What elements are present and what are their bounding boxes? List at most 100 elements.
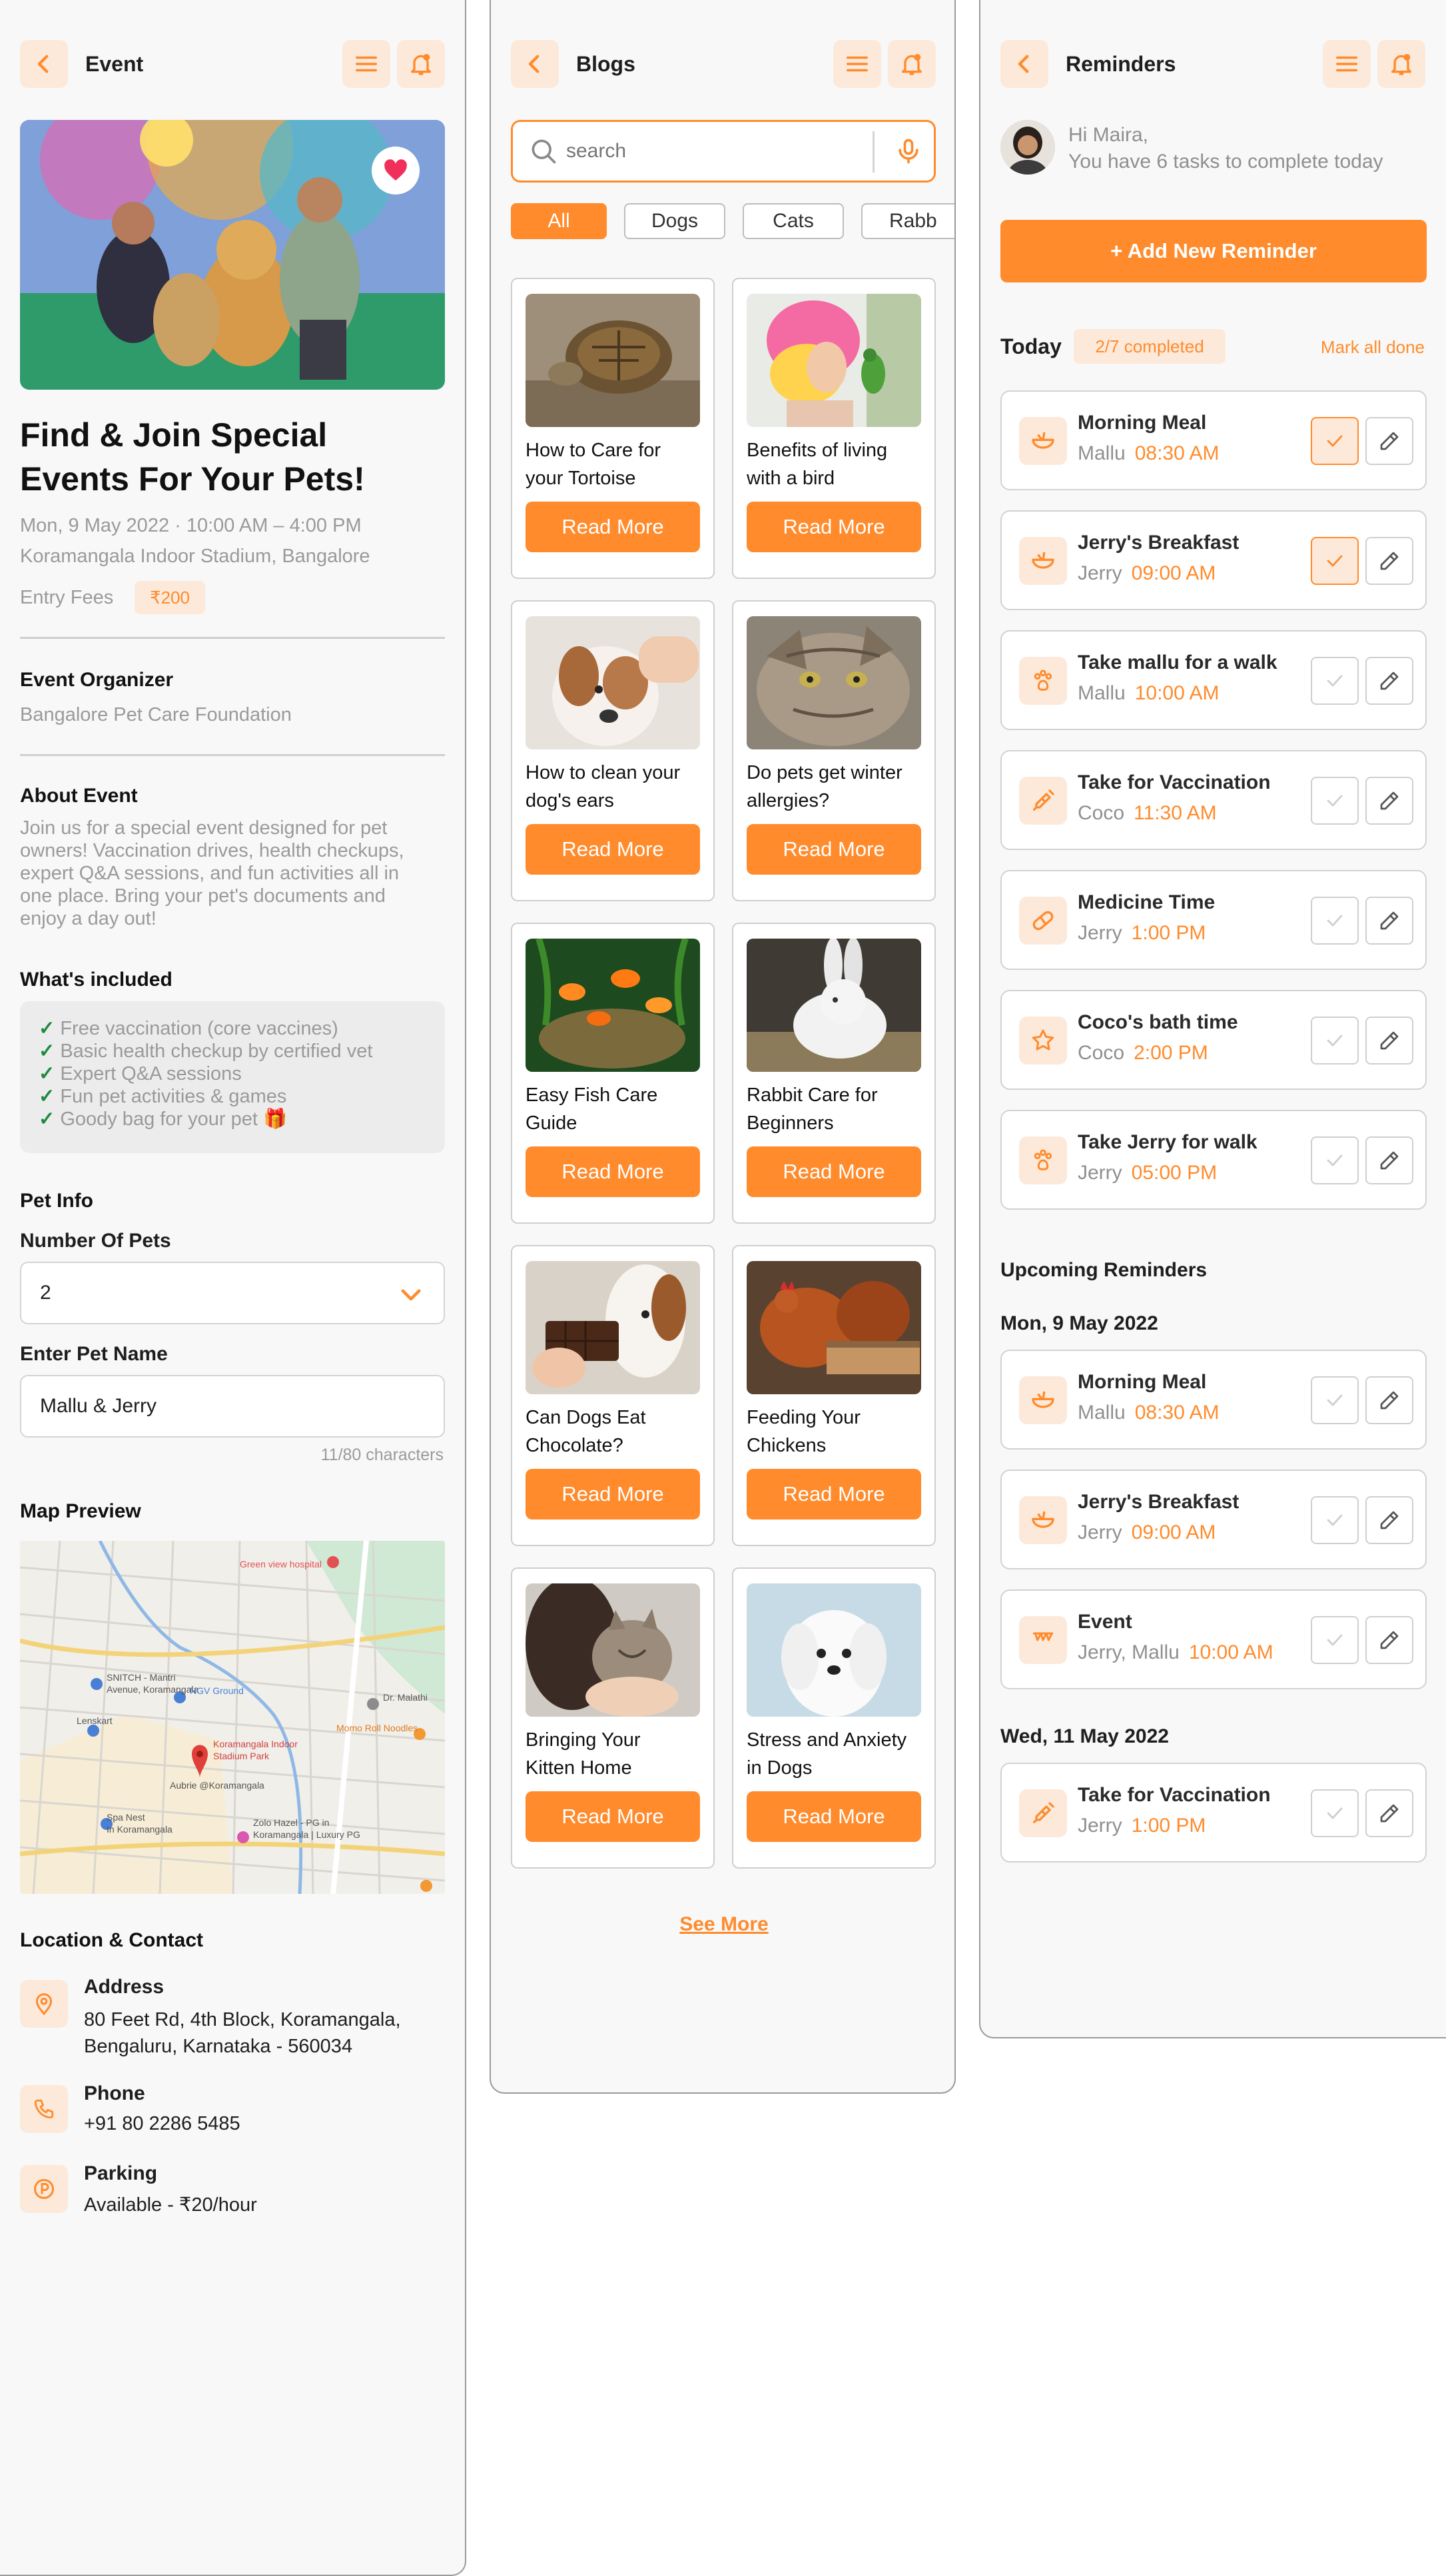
notification-button[interactable] (888, 40, 936, 88)
complete-checkbox[interactable] (1311, 1017, 1359, 1065)
blog-title: Feeding Your Chickens (747, 1407, 861, 1456)
reminder-card[interactable]: Take for Vaccination Coco 11:30 AM (1000, 750, 1427, 850)
read-more-button[interactable]: Read More (747, 1469, 921, 1519)
edit-button[interactable] (1365, 1616, 1413, 1664)
blog-card[interactable]: Bringing Your Kitten Home Read More (511, 1567, 715, 1869)
reminder-card[interactable]: Take for Vaccination Jerry 1:00 PM (1000, 1763, 1427, 1863)
complete-checkbox[interactable] (1311, 657, 1359, 705)
entry-fee-badge: ₹200 (135, 581, 205, 614)
edit-button[interactable] (1365, 537, 1413, 585)
divider (20, 754, 445, 756)
num-pets-select[interactable]: 2 (20, 1262, 445, 1324)
favorite-button[interactable] (372, 147, 420, 195)
chip-rabbits[interactable]: Rabb (861, 203, 954, 239)
blog-title: Can Dogs Eat Chocolate? (526, 1407, 646, 1456)
phone-value[interactable]: +91 80 2286 5485 (84, 2113, 240, 2135)
blog-card[interactable]: Stress and Anxiety in Dogs Read More (732, 1567, 936, 1869)
reminder-card[interactable]: Jerry's Breakfast Jerry 09:00 AM (1000, 1470, 1427, 1569)
edit-button[interactable] (1365, 777, 1413, 825)
edit-button[interactable] (1365, 897, 1413, 945)
read-more-button[interactable]: Read More (526, 1791, 700, 1842)
check-icon (1327, 915, 1343, 927)
complete-checkbox[interactable] (1311, 417, 1359, 465)
complete-checkbox[interactable] (1311, 1136, 1359, 1184)
search-bar[interactable] (511, 120, 936, 183)
see-more-link[interactable]: See More (491, 1913, 954, 1936)
blog-card[interactable]: Do pets get winter allergies? Read More (732, 600, 936, 901)
edit-icon (1380, 671, 1399, 690)
read-more-button[interactable]: Read More (526, 1146, 700, 1197)
blog-card[interactable]: Rabbit Care for Beginners Read More (732, 923, 936, 1224)
char-count: 11/80 characters (320, 1446, 444, 1464)
pet-name-input[interactable]: Mallu & Jerry (20, 1375, 445, 1438)
reminder-pet: Coco (1078, 802, 1125, 824)
pet-name-value: Mallu & Jerry (40, 1395, 157, 1417)
edit-button[interactable] (1365, 1496, 1413, 1544)
reminder-card[interactable]: Take Jerry for walk Jerry 05:00 PM (1000, 1110, 1427, 1210)
edit-button[interactable] (1365, 657, 1413, 705)
notification-button[interactable] (1377, 40, 1425, 88)
blog-card[interactable]: How to Care for your Tortoise Read More (511, 278, 715, 579)
complete-checkbox[interactable] (1311, 777, 1359, 825)
back-button[interactable] (511, 40, 559, 88)
search-input[interactable] (566, 134, 846, 169)
read-more-button[interactable]: Read More (747, 1146, 921, 1197)
read-more-button[interactable]: Read More (526, 824, 700, 875)
edit-button[interactable] (1365, 1376, 1413, 1424)
party-icon (1019, 1616, 1067, 1664)
complete-checkbox[interactable] (1311, 1376, 1359, 1424)
read-more-button[interactable]: Read More (747, 824, 921, 875)
chevron-left-icon (528, 55, 540, 73)
map-preview[interactable]: Green view hospital SNITCH - Mantri Aven… (20, 1541, 445, 1894)
reminder-subtitle: Jerry 1:00 PM (1078, 922, 1206, 945)
edit-button[interactable] (1365, 1017, 1413, 1065)
back-button[interactable] (1000, 40, 1048, 88)
complete-checkbox[interactable] (1311, 537, 1359, 585)
menu-button[interactable] (342, 40, 390, 88)
reminder-title: Take mallu for a walk (1078, 651, 1277, 673)
reminder-card[interactable]: Medicine Time Jerry 1:00 PM (1000, 870, 1427, 970)
chip-cats[interactable]: Cats (743, 203, 844, 239)
edit-button[interactable] (1365, 1789, 1413, 1837)
bell-icon (902, 54, 922, 75)
read-more-button[interactable]: Read More (526, 502, 700, 552)
reminder-card[interactable]: Jerry's Breakfast Jerry 09:00 AM (1000, 510, 1427, 610)
edit-button[interactable] (1365, 1136, 1413, 1184)
notification-button[interactable] (397, 40, 445, 88)
avatar[interactable] (1000, 120, 1055, 175)
mark-all-done-link[interactable]: Mark all done (1321, 337, 1425, 358)
edit-button[interactable] (1365, 417, 1413, 465)
blog-card[interactable]: Easy Fish Care Guide Read More (511, 923, 715, 1224)
chip-dogs[interactable]: Dogs (624, 203, 725, 239)
reminder-card[interactable]: Morning Meal Mallu 08:30 AM (1000, 390, 1427, 490)
chevron-left-icon (1018, 55, 1029, 73)
blog-card[interactable]: Benefits of living with a bird Read More (732, 278, 936, 579)
microphone-icon[interactable] (894, 137, 923, 166)
included-list: ✓ Free vaccination (core vaccines) ✓ Basic… (20, 1001, 445, 1153)
complete-checkbox[interactable] (1311, 1496, 1359, 1544)
reminder-time: 09:00 AM (1131, 562, 1216, 584)
read-more-button[interactable]: Read More (747, 502, 921, 552)
map-label: Koramangala Indoor (213, 1739, 298, 1749)
chip-all[interactable]: All (511, 203, 607, 239)
blog-card[interactable]: How to clean your dog's ears Read More (511, 600, 715, 901)
add-reminder-button[interactable]: + Add New Reminder (1000, 220, 1427, 282)
back-button[interactable] (20, 40, 68, 88)
complete-checkbox[interactable] (1311, 897, 1359, 945)
complete-checkbox[interactable] (1311, 1616, 1359, 1664)
reminder-card[interactable]: Coco's bath time Coco 2:00 PM (1000, 990, 1427, 1090)
reminder-card[interactable]: Take mallu for a walk Mallu 10:00 AM (1000, 630, 1427, 730)
reminder-card[interactable]: Morning Meal Mallu 08:30 AM (1000, 1350, 1427, 1450)
menu-button[interactable] (833, 40, 881, 88)
menu-button[interactable] (1323, 40, 1371, 88)
blog-card[interactable]: Feeding Your Chickens Read More (732, 1245, 936, 1546)
check-icon (1327, 1807, 1343, 1819)
blog-card[interactable]: Can Dogs Eat Chocolate? Read More (511, 1245, 715, 1546)
read-more-button[interactable]: Read More (747, 1791, 921, 1842)
parking-label: Parking (84, 2162, 158, 2184)
read-more-button[interactable]: Read More (526, 1469, 700, 1519)
complete-checkbox[interactable] (1311, 1789, 1359, 1837)
map-label: SNITCH - Mantri (107, 1672, 175, 1683)
menu-icon (1336, 56, 1357, 72)
reminder-card[interactable]: Event Jerry, Mallu 10:00 AM (1000, 1589, 1427, 1689)
